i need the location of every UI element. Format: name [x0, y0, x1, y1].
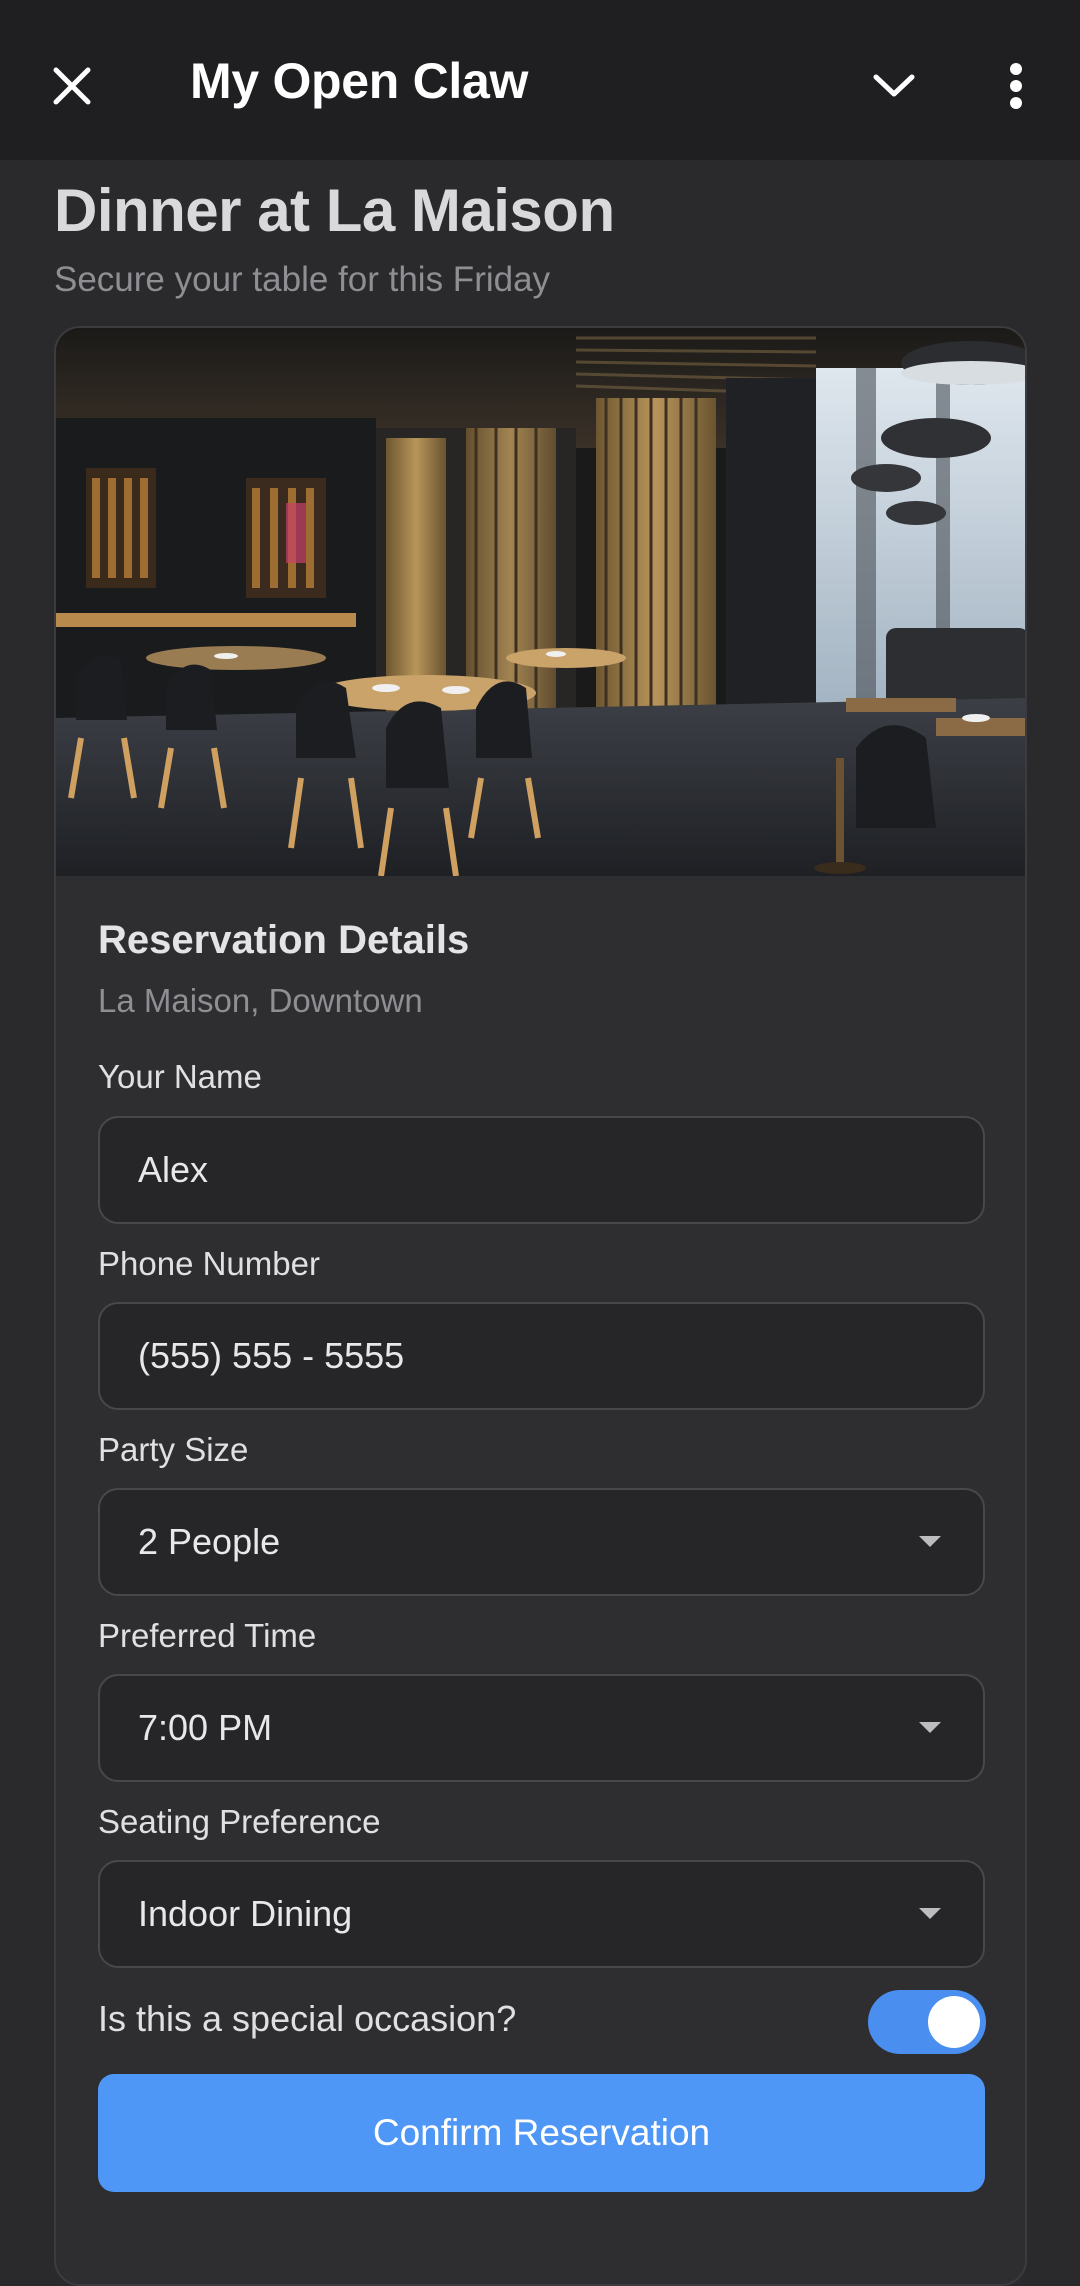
special-occasion-label: Is this a special occasion?	[98, 1998, 517, 2039]
special-occasion-toggle[interactable]	[868, 1990, 986, 2054]
toggle-knob	[928, 1996, 980, 2048]
top-app-bar: My Open Claw	[0, 0, 1080, 160]
chevron-down-icon	[873, 74, 915, 97]
more-options-button[interactable]	[982, 52, 1050, 120]
restaurant-location: La Maison, Downtown	[98, 982, 423, 1019]
seating-select[interactable]: Indoor Dining	[98, 1860, 985, 1968]
reservation-card: Reservation Details La Maison, Downtown …	[54, 326, 1027, 2286]
restaurant-interior-photo	[56, 328, 1025, 876]
confirm-reservation-button[interactable]: Confirm Reservation	[98, 2074, 985, 2192]
seating-label: Seating Preference	[98, 1803, 381, 1840]
collapse-button[interactable]	[860, 52, 928, 120]
party-size-select[interactable]: 2 People	[98, 1488, 985, 1596]
time-label: Preferred Time	[98, 1617, 317, 1654]
dropdown-caret-icon	[919, 1722, 941, 1733]
party-size-label: Party Size	[98, 1431, 249, 1468]
close-icon	[53, 67, 91, 105]
name-input[interactable]: Alex	[98, 1116, 985, 1224]
app-title: My Open Claw	[190, 53, 529, 109]
close-button[interactable]	[38, 52, 106, 120]
dropdown-caret-icon	[919, 1908, 941, 1919]
page-subtitle: Secure your table for this Friday	[54, 260, 551, 299]
phone-value: (555) 555 - 5555	[138, 1335, 405, 1376]
time-select[interactable]: 7:00 PM	[98, 1674, 985, 1782]
more-vertical-icon	[1010, 63, 1022, 109]
phone-label: Phone Number	[98, 1245, 320, 1282]
page-title: Dinner at La Maison	[54, 177, 615, 244]
dropdown-caret-icon	[919, 1536, 941, 1547]
name-value: Alex	[138, 1149, 209, 1190]
section-title: Reservation Details	[98, 918, 470, 962]
phone-input[interactable]: (555) 555 - 5555	[98, 1302, 985, 1410]
party-size-value: 2 People	[138, 1521, 281, 1562]
time-value: 7:00 PM	[138, 1707, 273, 1748]
seating-value: Indoor Dining	[138, 1893, 353, 1934]
name-label: Your Name	[98, 1058, 262, 1095]
